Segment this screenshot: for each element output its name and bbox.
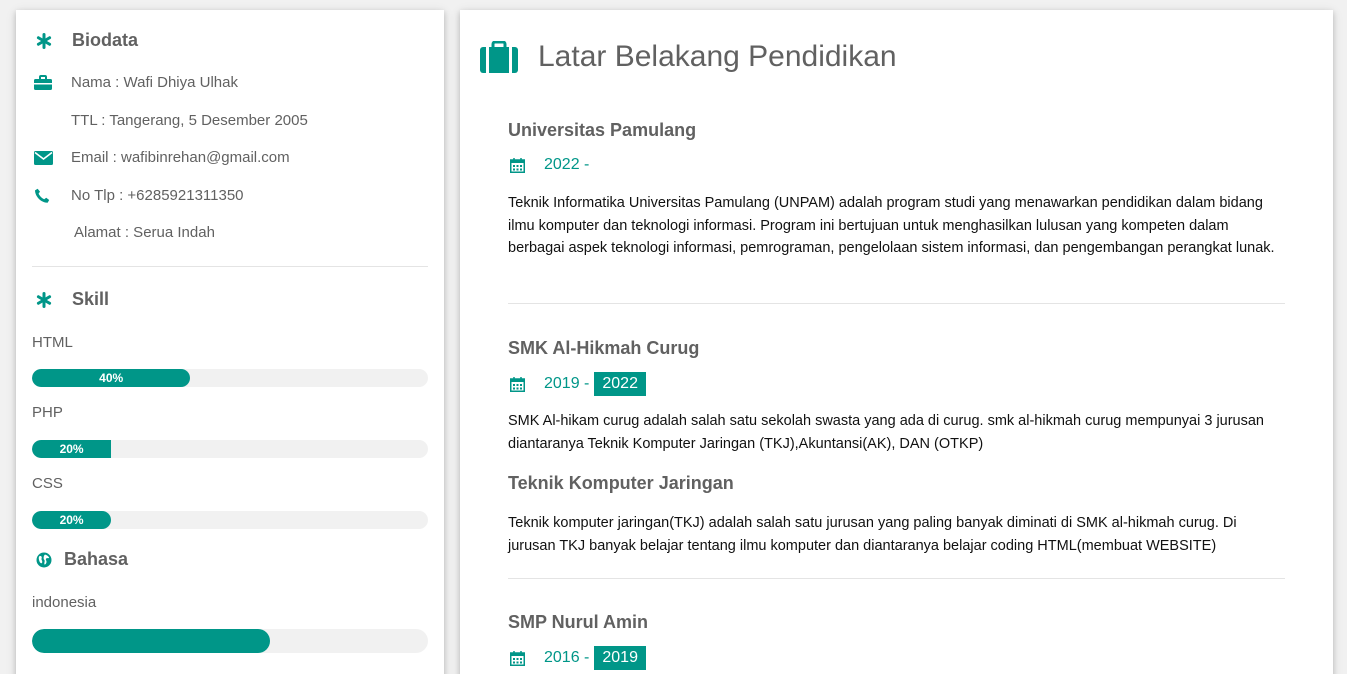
skill-bar-fill: 40%	[32, 369, 191, 387]
globe-icon	[32, 552, 64, 568]
email-row: Email : wafibinrehan@gmail.com	[32, 149, 290, 166]
skill-label: CSS	[32, 475, 63, 492]
divider	[508, 578, 1285, 579]
ttl-row: TTL : Tangerang, 5 Desember 2005	[32, 112, 308, 129]
skill-bar-html: 40%	[32, 369, 428, 387]
skill-bar-css: 20%	[32, 511, 428, 529]
email-text: Email : wafibinrehan@gmail.com	[71, 149, 290, 166]
school-description: SMK Al-hikam curug adalah salah satu sek…	[508, 413, 1264, 452]
education-entry: SMP Nurul Amin 2016 - 2019	[508, 612, 1284, 670]
envelope-icon	[32, 150, 71, 165]
bahasa-heading-text: Bahasa	[64, 549, 129, 569]
language-bar-indonesia	[32, 629, 428, 653]
skill-bar-fill: 20%	[32, 440, 112, 458]
phone-icon	[32, 188, 71, 204]
alamat-text: Alamat : Serua Indah	[74, 224, 215, 241]
language-bar-fill	[32, 629, 270, 653]
school-name: SMP Nurul Amin	[508, 612, 649, 632]
briefcase-icon	[32, 74, 71, 91]
skill-label: HTML	[32, 334, 73, 351]
school-period: 2019 - 2022	[508, 372, 1284, 396]
period-start: 2019 -	[544, 375, 590, 392]
skill-bar-php: 20%	[32, 440, 428, 458]
phone-row: No Tlp : +6285921311350	[32, 187, 244, 204]
skill-label: PHP	[32, 404, 63, 421]
school-period: 2022 -	[508, 156, 1284, 174]
education-card: Latar Belakang Pendidikan Universitas Pa…	[460, 10, 1333, 674]
cv-page: Biodata Nama : Wafi Dhiya Ulhak TTL : Ta…	[0, 0, 1347, 674]
major-description: Teknik komputer jaringan(TKJ) adalah sal…	[508, 515, 1237, 554]
school-name: SMK Al-Hikmah Curug	[508, 338, 700, 358]
ttl-text: TTL : Tangerang, 5 Desember 2005	[71, 112, 308, 129]
nama-text: Nama : Wafi Dhiya Ulhak	[71, 74, 238, 91]
school-period: 2016 - 2019	[508, 646, 1284, 670]
calendar-icon	[508, 157, 544, 173]
nama-row: Nama : Wafi Dhiya Ulhak	[32, 74, 238, 91]
education-entry: Universitas Pamulang 2022 - Teknik Infor…	[508, 120, 1284, 260]
period-start: 2022 -	[544, 156, 590, 173]
period-end-tag: 2022	[594, 372, 646, 396]
calendar-icon	[508, 376, 544, 392]
school-description: Teknik Informatika Universitas Pamulang …	[508, 195, 1275, 256]
skill-heading-text: Skill	[72, 289, 110, 309]
education-entry: SMK Al-Hikmah Curug 2019 - 2022 SMK Al-h…	[508, 338, 1284, 557]
education-title: Latar Belakang Pendidikan	[480, 40, 897, 74]
period-end-tag: 2019	[594, 646, 646, 670]
biodata-heading: Biodata	[32, 30, 138, 51]
asterisk-icon	[32, 291, 72, 308]
divider	[508, 303, 1285, 304]
skill-bar-fill: 20%	[32, 511, 112, 529]
sidebar-card: Biodata Nama : Wafi Dhiya Ulhak TTL : Ta…	[16, 10, 444, 674]
asterisk-icon	[32, 32, 72, 49]
period-start: 2016 -	[544, 649, 590, 666]
skill-heading: Skill	[32, 289, 109, 310]
school-name: Universitas Pamulang	[508, 120, 697, 140]
biodata-heading-text: Biodata	[72, 30, 139, 50]
phone-text: No Tlp : +6285921311350	[71, 187, 244, 204]
calendar-icon	[508, 650, 544, 666]
divider	[32, 266, 428, 267]
major-heading: Teknik Komputer Jaringan	[508, 473, 734, 493]
education-title-text: Latar Belakang Pendidikan	[538, 40, 897, 73]
alamat-row: Alamat : Serua Indah	[35, 224, 215, 241]
language-label: indonesia	[32, 594, 97, 611]
suitcase-icon	[480, 41, 538, 73]
bahasa-heading: Bahasa	[32, 549, 128, 570]
